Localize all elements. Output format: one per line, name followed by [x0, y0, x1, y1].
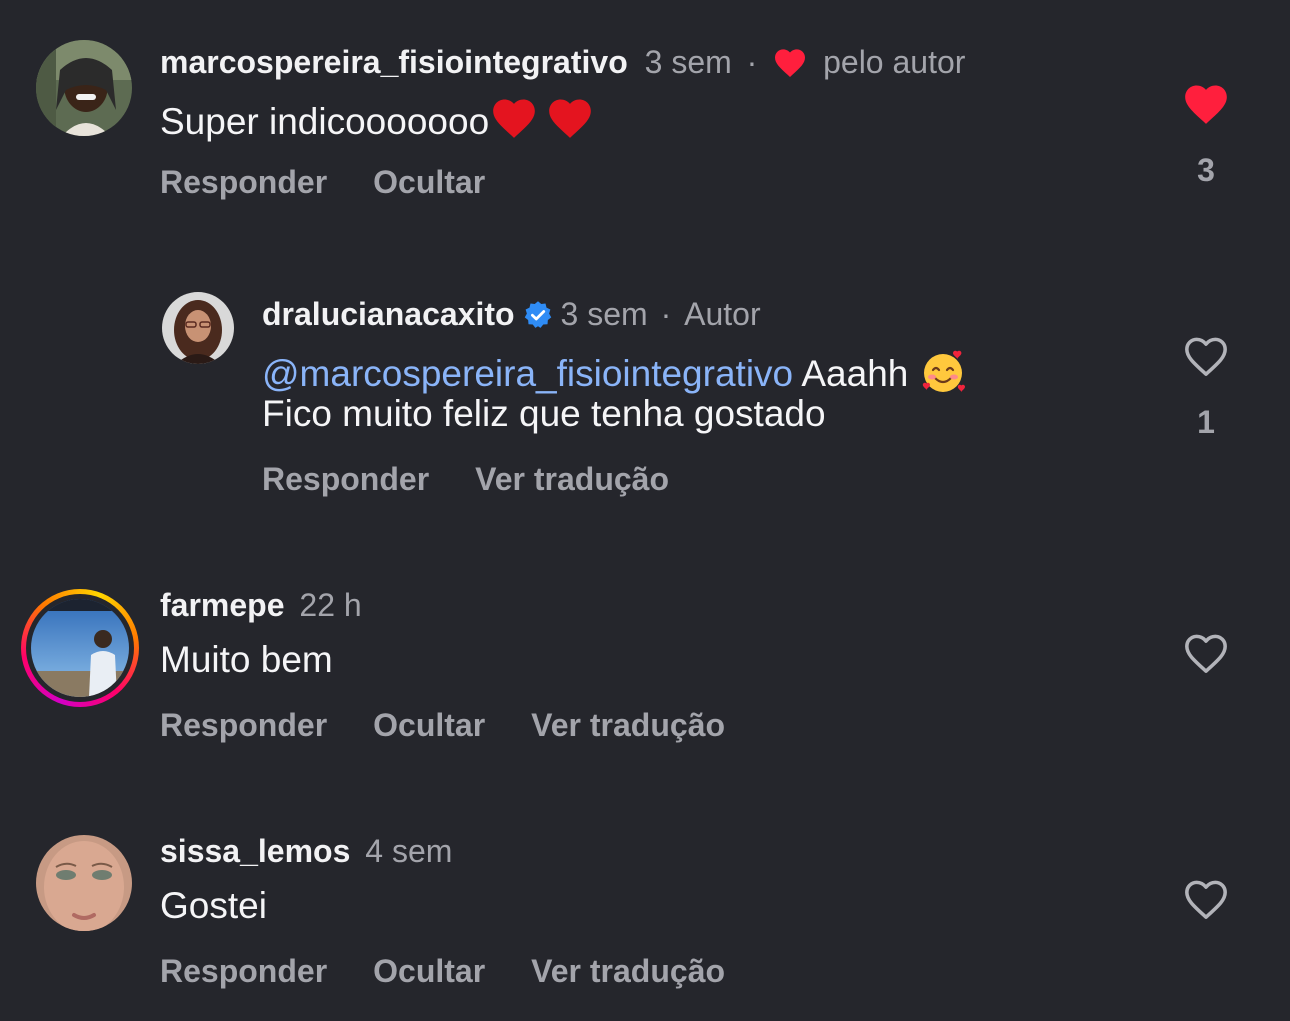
see-translation-button[interactable]: Ver tradução: [531, 953, 725, 989]
timestamp: 3 sem: [644, 44, 732, 80]
hide-button[interactable]: Ocultar: [373, 707, 485, 743]
liked-by-author-label: pelo autor: [823, 44, 966, 80]
smiling-face-with-hearts-emoji-icon: [923, 350, 966, 392]
heart-outline-icon: [1185, 337, 1227, 376]
hide-button[interactable]: Ocultar: [373, 164, 485, 200]
comment-actions: Responder Ocultar Ver tradução: [160, 953, 771, 990]
reply-button[interactable]: Responder: [262, 461, 429, 497]
see-translation-button[interactable]: Ver tradução: [475, 461, 669, 497]
reply-button[interactable]: Responder: [160, 707, 327, 743]
separator: ·: [746, 44, 758, 80]
red-heart-emoji-icon: [493, 99, 535, 138]
like-button[interactable]: [1181, 80, 1231, 126]
mention-link[interactable]: @marcospereira_fisiointegrativo: [262, 353, 793, 394]
username[interactable]: farmepe: [160, 587, 285, 623]
reply-header: dralucianacaxito 3 sem · Autor: [262, 294, 761, 334]
reply-dralucianacaxito: dralucianacaxito 3 sem · Autor @marcospe…: [0, 240, 1290, 540]
like-count: 3: [1197, 152, 1215, 188]
comment-text: Super indicooooooo: [160, 94, 595, 145]
heart-filled-icon: [775, 49, 806, 77]
heart-outline-icon: [1185, 634, 1227, 673]
avatar[interactable]: [162, 292, 234, 364]
heart-filled-icon: [1185, 85, 1227, 124]
timestamp: 4 sem: [365, 833, 453, 869]
red-heart-emoji-icon: [549, 99, 591, 138]
reply-button[interactable]: Responder: [160, 953, 327, 989]
separator: ·: [660, 296, 672, 332]
username[interactable]: sissa_lemos: [160, 833, 350, 869]
comment-header: marcospereira_fisiointegrativo 3 sem · p…: [160, 42, 965, 82]
author-label: Autor: [684, 296, 761, 332]
avatar[interactable]: [36, 835, 132, 931]
like-button[interactable]: [1181, 875, 1231, 921]
reply-actions: Responder Ver tradução: [262, 461, 715, 498]
like-count: 1: [1197, 404, 1215, 440]
avatar[interactable]: [36, 40, 132, 136]
hide-button[interactable]: Ocultar: [373, 953, 485, 989]
comment-text: Gostei: [160, 885, 267, 926]
comment-actions: Responder Ocultar Ver tradução: [160, 707, 771, 744]
username[interactable]: dralucianacaxito: [262, 296, 515, 332]
like-button[interactable]: [1181, 332, 1231, 378]
comment-marcospereira: marcospereira_fisiointegrativo 3 sem · p…: [0, 0, 1290, 240]
comment-actions: Responder Ocultar: [160, 164, 531, 201]
timestamp: 3 sem: [560, 296, 648, 332]
timestamp: 22 h: [299, 587, 362, 623]
see-translation-button[interactable]: Ver tradução: [531, 707, 725, 743]
comment-header: farmepe 22 h: [160, 585, 362, 625]
comment-header: sissa_lemos 4 sem: [160, 831, 452, 871]
avatar[interactable]: [31, 599, 129, 697]
comment-farmepe: farmepe 22 h Muito bem Responder Ocultar V…: [0, 560, 1290, 790]
heart-outline-icon: [1185, 880, 1227, 919]
reply-button[interactable]: Responder: [160, 164, 327, 200]
comment-sissa-lemos: sissa_lemos 4 sem Gostei Responder Oculta…: [0, 806, 1290, 1021]
like-button[interactable]: [1181, 629, 1231, 675]
reply-text-line2: Fico muito feliz que tenha gostado: [262, 393, 826, 434]
comment-text: Muito bem: [160, 639, 333, 680]
verified-badge-icon: [524, 301, 551, 328]
username[interactable]: marcospereira_fisiointegrativo: [160, 44, 628, 80]
reply-text-line1: @marcospereira_fisiointegrativo Aaahh: [262, 346, 968, 397]
